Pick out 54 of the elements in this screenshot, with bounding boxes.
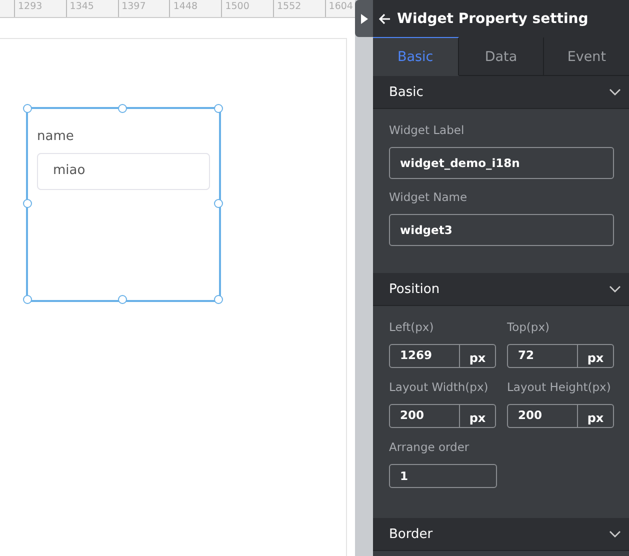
caret-icon — [360, 14, 368, 24]
section-title: Position — [389, 282, 440, 296]
section-header[interactable]: Basic — [373, 76, 629, 109]
field-label: Layout Width(px) — [389, 380, 490, 396]
number-field[interactable]: 200 px — [507, 404, 614, 428]
chevron-down-icon[interactable] — [609, 88, 621, 96]
section-header[interactable]: Border — [373, 518, 629, 551]
unit-label: px — [586, 350, 605, 367]
field-label: Layout Height(px) — [507, 380, 612, 396]
field-label: Top(px) — [507, 320, 550, 336]
ruler-label: 1500 — [224, 0, 250, 13]
number-field[interactable]: 200 px — [389, 404, 496, 428]
number-field[interactable]: 72 px — [507, 344, 614, 368]
number-field[interactable]: 1 — [389, 464, 497, 488]
text-field[interactable]: widget_demo_i18n — [389, 147, 614, 179]
resize-handle[interactable] — [214, 294, 222, 304]
field-label: Widget Name — [389, 190, 468, 206]
ruler-label: 1397 — [120, 0, 146, 13]
tab[interactable]: Data — [458, 37, 544, 76]
ruler-label: 1293 — [17, 0, 42, 13]
resize-handle[interactable] — [118, 294, 127, 304]
field-value: 200 — [508, 405, 578, 427]
resize-handle[interactable] — [118, 104, 127, 112]
field-label: Left(px) — [389, 320, 435, 336]
input-field[interactable]: miao — [37, 153, 210, 190]
field-label: Arrange order — [389, 440, 470, 456]
field-label: name — [37, 129, 75, 144]
panel-title: Widget Property setting — [397, 10, 588, 26]
field-label: Widget Label — [389, 123, 466, 139]
resize-handle[interactable] — [214, 199, 222, 208]
resize-handle[interactable] — [214, 104, 222, 112]
section-title: Border — [389, 526, 433, 542]
chevron-down-icon[interactable] — [609, 530, 621, 538]
ruler-label: 1552 — [276, 0, 302, 13]
number-field[interactable]: 1269 px — [389, 344, 496, 368]
widget-frame[interactable]: name miao — [26, 107, 221, 302]
unit-label: px — [468, 350, 487, 367]
chevron-down-icon[interactable] — [609, 285, 621, 293]
collapse-toggle[interactable] — [355, 0, 373, 37]
field-value: 1269 — [390, 345, 460, 367]
section-title: Basic — [389, 84, 424, 100]
ruler-label: 1345 — [68, 0, 94, 13]
back-arrow-icon[interactable] — [379, 12, 391, 24]
section-header[interactable]: Position — [373, 273, 629, 306]
resize-handle[interactable] — [22, 104, 32, 112]
resize-handle[interactable] — [22, 294, 32, 304]
ruler-label: 1448 — [172, 0, 198, 13]
ruler-label: 1604 — [328, 0, 353, 13]
unit-label: px — [468, 410, 487, 427]
unit-label: px — [586, 410, 605, 427]
field-value: 200 — [390, 405, 460, 427]
field-value: 72 — [508, 345, 578, 367]
resize-handle[interactable] — [22, 199, 32, 208]
text-field[interactable]: widget3 — [389, 214, 614, 246]
